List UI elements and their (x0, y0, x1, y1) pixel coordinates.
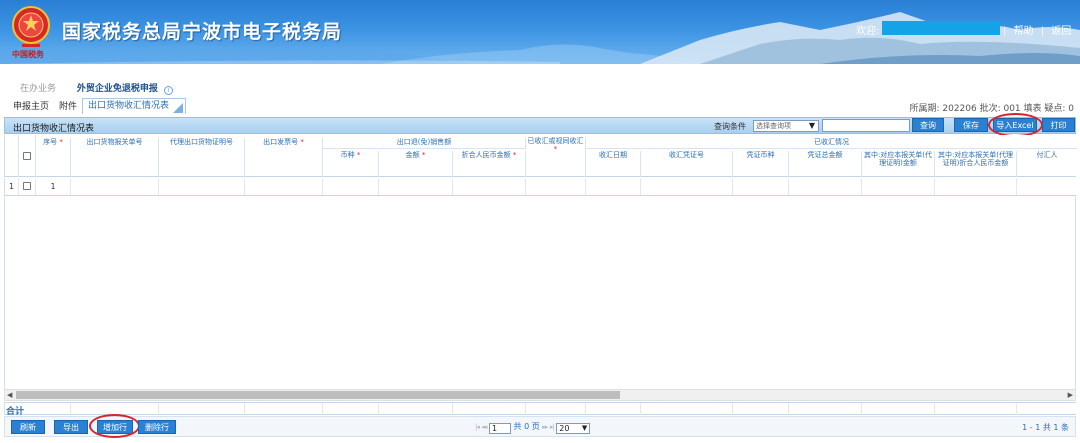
grid-panel-header: 出口货物收汇情况表 查询条件 选择查询项 ▼ 查询 保存 导入Excel 打印 (4, 113, 1076, 137)
cell-agent-cert[interactable] (159, 178, 245, 195)
cell-portion-rmb[interactable] (935, 178, 1017, 195)
col-recv-date: 收汇日期 (586, 151, 641, 177)
col-payer: 付汇人 (1036, 151, 1058, 159)
pagination: |◂ ◂◂ 1 共 0 页 ▸▸ ▸| 20 ▼ (475, 421, 591, 434)
col-portion-amount: 其中:对应本报关单(代理证明)金额 (862, 151, 935, 177)
scroll-left-icon[interactable]: ◀ (7, 390, 12, 400)
cell-portion-amount[interactable] (862, 178, 935, 195)
query-label: 查询条件 (714, 122, 746, 131)
cell-payer[interactable] (1017, 178, 1077, 195)
panel-title: 出口货物收汇情况表 (13, 124, 95, 134)
footer-toolbar: 刷新 导出 增加行 删除行 |◂ ◂◂ 1 共 0 页 ▸▸ ▸| 20 ▼ 1 … (4, 414, 1076, 438)
breadcrumb-current[interactable]: 外贸企业免退税申报 (77, 84, 158, 94)
col-voucher-total: 凭证总金额 (789, 151, 862, 177)
cell-invoice-no[interactable] (245, 178, 323, 195)
chevron-down-icon: ▼ (581, 424, 588, 432)
table-row[interactable]: 1 1 (4, 178, 1076, 196)
scroll-right-icon[interactable]: ▶ (1068, 390, 1073, 400)
col-amount: 金额 * (379, 151, 453, 177)
highlight-circle (988, 113, 1043, 137)
col-seq: 序号 * (36, 138, 71, 177)
save-button[interactable]: 保存 (954, 118, 988, 132)
query-input[interactable] (822, 119, 910, 132)
period-info: 所属期: 202206 批次: 001 填表 疑点: 0 (909, 104, 1074, 114)
cell-currency[interactable] (323, 178, 379, 195)
scroll-thumb[interactable] (16, 391, 620, 399)
cell-seq[interactable]: 1 (36, 178, 71, 195)
cell-amount[interactable] (379, 178, 453, 195)
welcome-label: 欢迎: (856, 26, 880, 37)
totals-row: 合计 (4, 402, 1076, 417)
col-recv-voucher: 收汇凭证号 (641, 151, 733, 177)
national-emblem-icon: 中国税务 (12, 6, 50, 59)
highlight-circle (89, 414, 140, 438)
help-link[interactable]: 帮助 (1010, 26, 1038, 37)
select-all-header (19, 135, 36, 177)
col-received-flag: 已收汇或视同收汇 * (526, 137, 586, 177)
export-button[interactable]: 导出 (54, 420, 88, 434)
row-checkbox[interactable] (23, 182, 31, 190)
username-display (882, 21, 1000, 35)
col-currency: 币种 * (323, 151, 379, 177)
select-all-checkbox[interactable] (23, 152, 31, 160)
sub-tabs: 申报主页 附件 出口货物收汇情况表 (8, 98, 187, 114)
query-field-select[interactable]: 选择查询项 ▼ (753, 120, 819, 132)
page-size-select[interactable]: 20 ▼ (556, 423, 591, 434)
query-button[interactable]: 查询 (912, 118, 944, 132)
chevron-down-icon: ▼ (808, 121, 815, 130)
first-page-icon[interactable]: |◂ (475, 423, 480, 431)
tab-attachments[interactable]: 附件 (54, 100, 82, 114)
record-range: 1 - 1 共 1 条 (1022, 423, 1069, 432)
col-rmb-amount: 折合人民币金额 * (453, 151, 526, 177)
row-number: 1 (5, 178, 19, 195)
cell-voucher-currency[interactable] (733, 178, 789, 195)
cell-customs-no[interactable] (71, 178, 159, 195)
grid-body-empty (4, 196, 1076, 389)
print-button[interactable]: 打印 (1042, 118, 1075, 132)
info-icon[interactable]: i (163, 86, 173, 95)
page-total: 共 0 页 (513, 422, 540, 431)
col-group-sales: 出口退(免)销售额 (323, 138, 526, 148)
next-page-icon[interactable]: ▸▸ (542, 423, 548, 431)
back-link[interactable]: 返回 (1047, 26, 1075, 37)
col-voucher-currency: 凭证币种 (733, 151, 789, 177)
col-invoice-no: 出口发票号 * (245, 138, 323, 177)
last-page-icon[interactable]: ▸| (550, 423, 555, 431)
header-links: | 帮助 | 返回 (1003, 22, 1075, 37)
prev-page-icon[interactable]: ◂◂ (481, 423, 487, 431)
header-banner: 中国税务 国家税务总局宁波市电子税务局 欢迎: | 帮助 | 返回 (0, 0, 1080, 64)
tab-receipt-table[interactable]: 出口货物收汇情况表 (82, 98, 187, 114)
cell-recv-date[interactable] (586, 178, 641, 195)
breadcrumb-pending[interactable]: 在办业务 (20, 84, 56, 94)
breadcrumb: 在办业务 外贸企业免退税申报 i (20, 81, 173, 95)
site-title: 国家税务总局宁波市电子税务局 (62, 21, 343, 43)
col-portion-rmb: 其中:对应本报关单(代理证明)折合人民币金额 (935, 151, 1017, 177)
cell-recv-voucher[interactable] (641, 178, 733, 195)
cell-received-flag[interactable] (526, 178, 586, 195)
horizontal-scrollbar[interactable]: ◀ ▶ (4, 389, 1076, 401)
cell-voucher-total[interactable] (789, 178, 862, 195)
refresh-button[interactable]: 刷新 (11, 420, 45, 434)
col-group-received: 已收汇情况 (814, 138, 849, 146)
grid-header: 序号 * 出口货物报关单号 代理出口货物证明号 出口发票号 * 出口退(免)销售… (4, 135, 1077, 177)
delete-row-button[interactable]: 删除行 (138, 420, 176, 434)
row-number-header (5, 135, 19, 177)
svg-text:中国税务: 中国税务 (12, 49, 45, 59)
col-customs-no: 出口货物报关单号 (71, 138, 159, 177)
page-input[interactable]: 1 (489, 423, 511, 434)
row-select-cell (19, 178, 36, 195)
tab-declare-home[interactable]: 申报主页 (8, 100, 54, 114)
cell-rmb-amount[interactable] (453, 178, 526, 195)
col-agent-cert: 代理出口货物证明号 (159, 138, 245, 177)
